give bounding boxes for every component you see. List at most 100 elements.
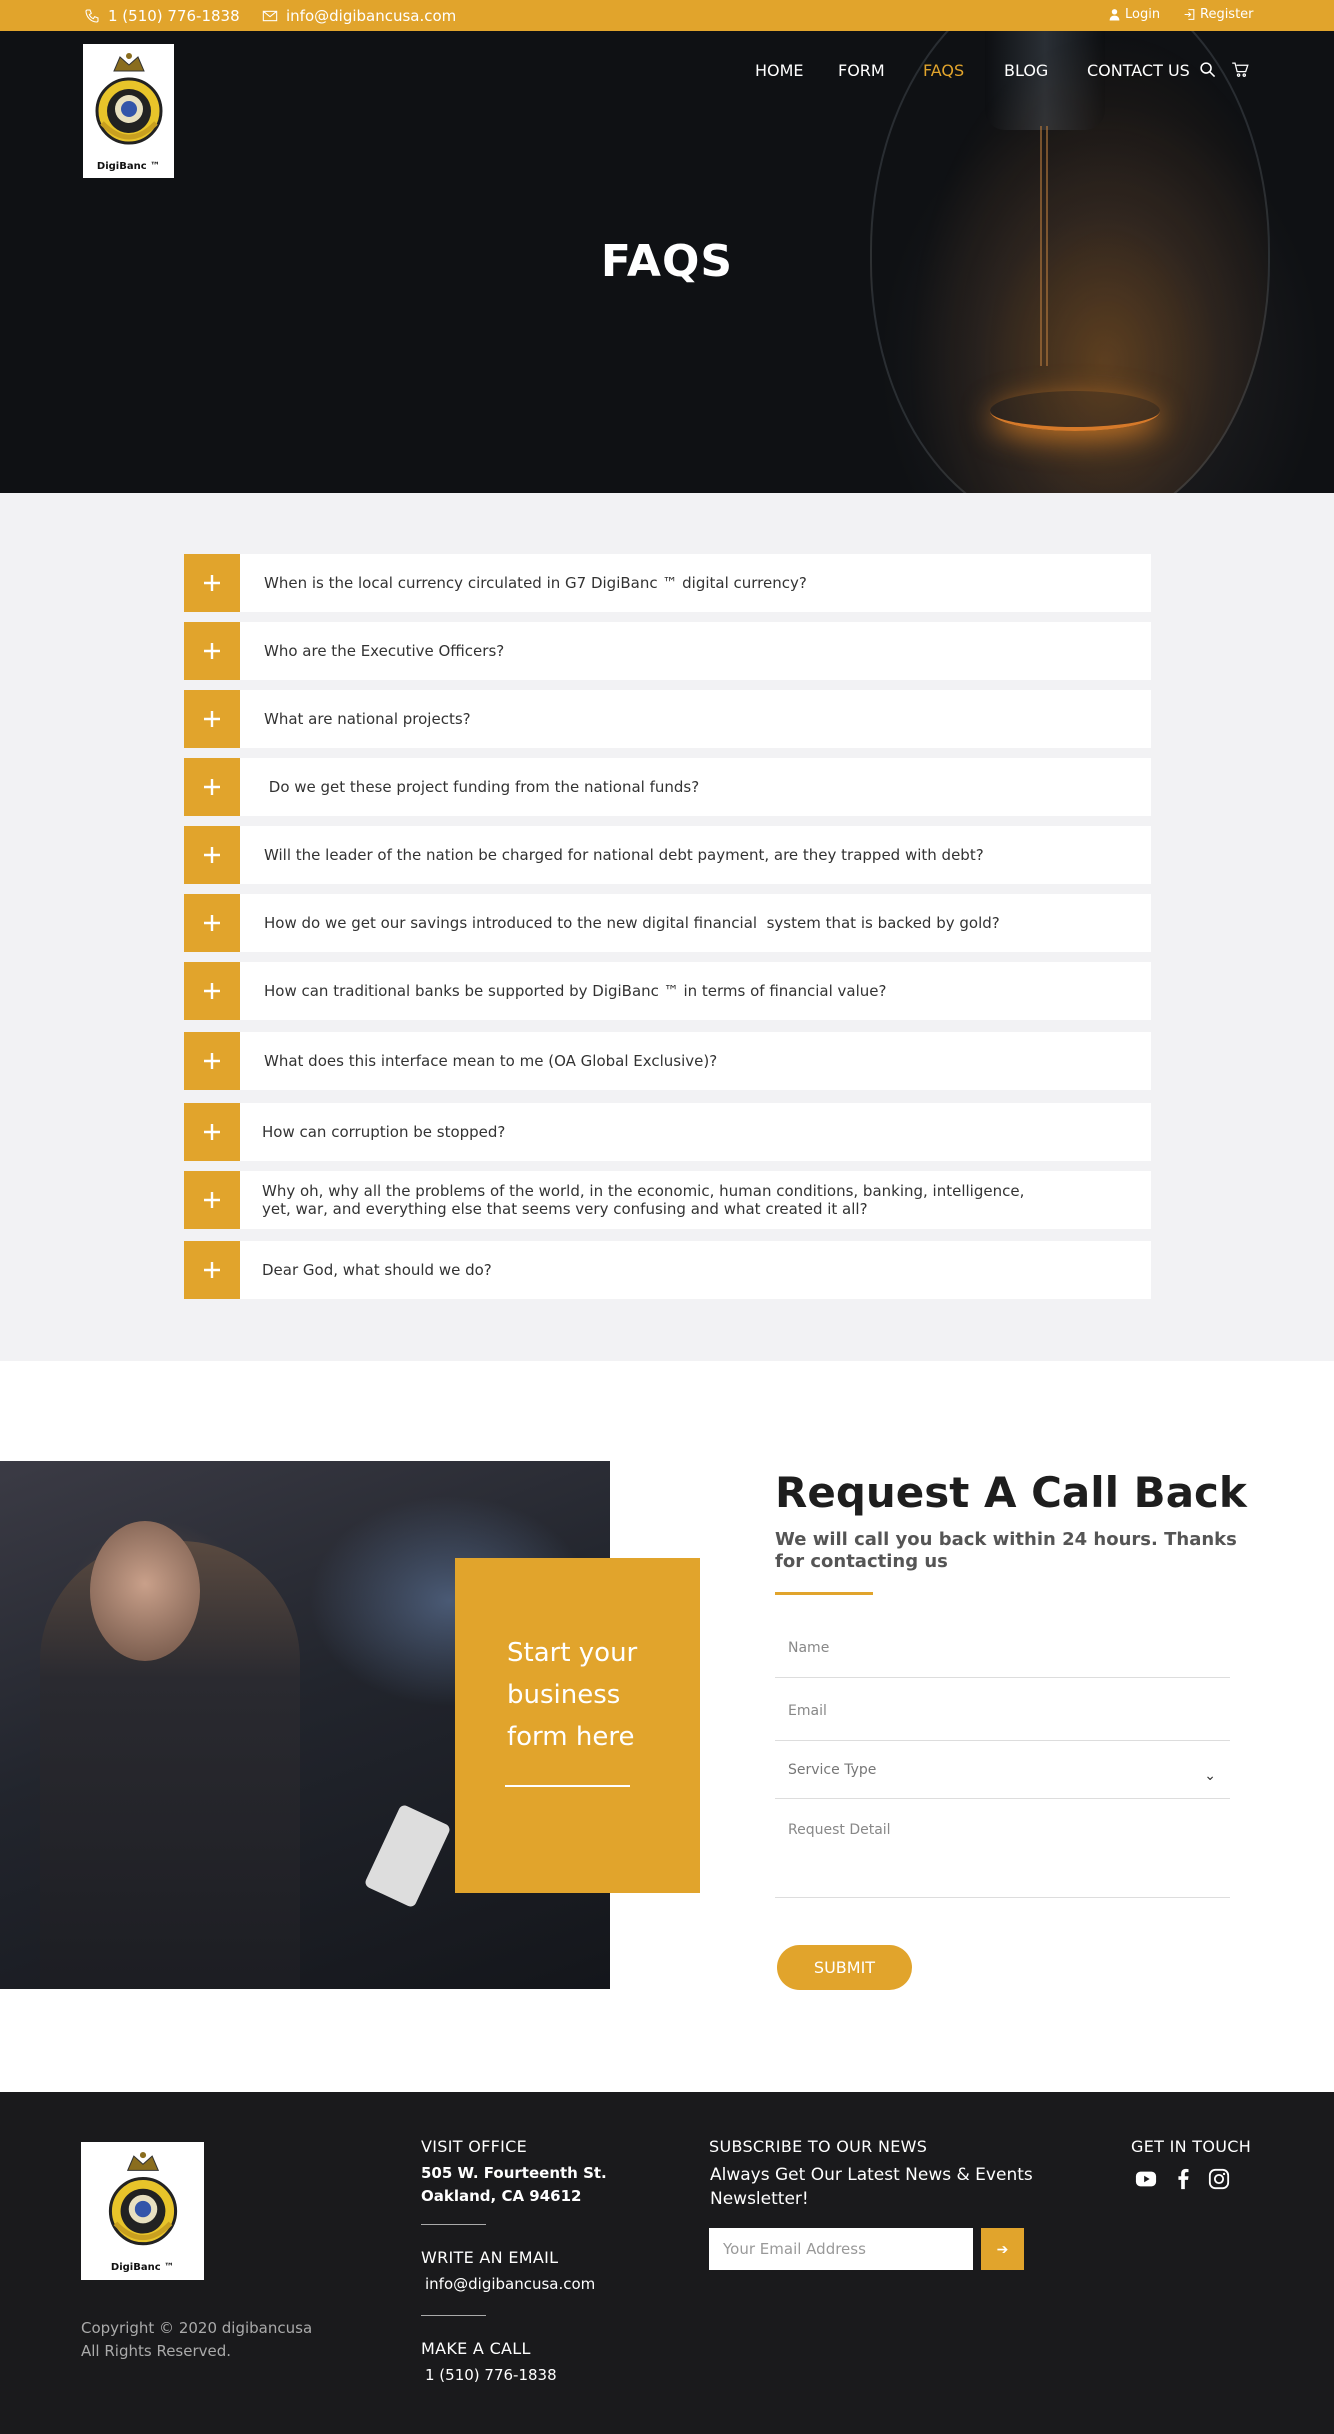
expand-button[interactable]: [184, 622, 240, 680]
expand-button[interactable]: [184, 1103, 240, 1161]
topbar-email[interactable]: info@digibancusa.com: [262, 7, 456, 25]
plus-icon: [204, 1192, 220, 1208]
page-title: FAQS: [600, 236, 734, 287]
login-link[interactable]: Login: [1108, 7, 1160, 22]
email-field[interactable]: [775, 1703, 1230, 1741]
faq-question: What are national projects?: [264, 710, 471, 728]
service-type-placeholder: Service Type: [788, 1762, 877, 1778]
site-logo[interactable]: DigiBanc ™: [83, 44, 174, 178]
make-call-heading: MAKE A CALL: [421, 2339, 531, 2358]
faq-item[interactable]: What does this interface mean to me (OA …: [184, 1032, 1151, 1090]
nav-home[interactable]: HOME: [755, 61, 804, 80]
name-input[interactable]: [788, 1640, 1230, 1656]
email-input[interactable]: [788, 1703, 1230, 1719]
faq-question: How can traditional banks be supported b…: [264, 982, 887, 1000]
expand-button[interactable]: [184, 894, 240, 952]
faq-question: What does this interface mean to me (OA …: [264, 1052, 718, 1070]
callback-title: Request A Call Back: [775, 1468, 1247, 1517]
faq-item[interactable]: What are national projects?: [184, 690, 1151, 748]
faq-question: Who are the Executive Officers?: [264, 642, 505, 660]
address: 505 W. Fourteenth St. Oakland, CA 94612: [421, 2162, 607, 2208]
divider: [421, 2315, 486, 2316]
cart-icon[interactable]: [1231, 61, 1249, 78]
address-line2: Oakland, CA 94612: [421, 2187, 582, 2205]
footer-phone[interactable]: 1 (510) 776-1838: [425, 2364, 557, 2387]
arrow-right-icon: ➔: [996, 2240, 1009, 2257]
name-field[interactable]: [775, 1640, 1230, 1678]
facebook-icon[interactable]: [1172, 2168, 1194, 2190]
expand-button[interactable]: [184, 826, 240, 884]
faq-item[interactable]: When is the local currency circulated in…: [184, 554, 1151, 612]
subscribe-button[interactable]: ➔: [981, 2228, 1024, 2270]
nav-form[interactable]: FORM: [838, 61, 885, 80]
instagram-icon[interactable]: [1208, 2168, 1230, 2190]
subscribe-text: Always Get Our Latest News & Events News…: [710, 2165, 1033, 2209]
filament-glow-decoration: [990, 391, 1160, 431]
subscribe-heading: SUBSCRIBE TO OUR NEWS: [709, 2137, 928, 2156]
divider: [505, 1785, 630, 1787]
topbar-phone[interactable]: 1 (510) 776-1838: [84, 7, 240, 25]
faq-item[interactable]: How can corruption be stopped?: [184, 1103, 1151, 1161]
service-type-select[interactable]: Service Type ⌄: [775, 1762, 1230, 1799]
plus-icon: [204, 1053, 220, 1069]
expand-button[interactable]: [184, 1032, 240, 1090]
start-business-box: Start your business form here: [455, 1558, 700, 1893]
faq-item[interactable]: How do we get our savings introduced to …: [184, 894, 1151, 952]
plus-icon: [204, 983, 220, 999]
faq-item[interactable]: Do we get these project funding from the…: [184, 758, 1151, 816]
request-detail-textarea[interactable]: [788, 1822, 1230, 1882]
faq-question: Dear God, what should we do?: [262, 1261, 492, 1279]
faq-question: Why oh, why all the problems of the worl…: [262, 1182, 1025, 1218]
nav-contact-us[interactable]: CONTACT US: [1087, 61, 1190, 80]
search-icon[interactable]: [1199, 61, 1216, 78]
expand-button[interactable]: [184, 1241, 240, 1299]
plus-icon: [204, 779, 220, 795]
plus-icon: [204, 711, 220, 727]
nav-blog[interactable]: BLOG: [1004, 61, 1048, 80]
register-link[interactable]: Register: [1183, 7, 1254, 22]
copyright-line2: All Rights Reserved.: [81, 2342, 232, 2360]
start-business-text: Start your business form here: [507, 1638, 638, 1752]
subscribe-email-input[interactable]: [709, 2228, 973, 2270]
submit-button[interactable]: SUBMIT: [777, 1945, 912, 1990]
nav-faqs[interactable]: FAQS: [923, 61, 964, 80]
faq-question: Will the leader of the nation be charged…: [264, 846, 984, 864]
register-icon: [1184, 9, 1195, 20]
divider: [421, 2224, 486, 2225]
faq-item[interactable]: Dear God, what should we do?: [184, 1241, 1151, 1299]
faq-question: When is the local currency circulated in…: [264, 574, 807, 592]
address-line1: 505 W. Fourteenth St.: [421, 2164, 607, 2182]
get-in-touch-heading: GET IN TOUCH: [1131, 2137, 1252, 2156]
expand-button[interactable]: [184, 1171, 240, 1229]
request-detail-field[interactable]: [775, 1822, 1230, 1898]
user-icon: [1109, 9, 1120, 21]
topbar-email-text: info@digibancusa.com: [286, 7, 457, 25]
top-bar: 1 (510) 776-1838 info@digibancusa.com Lo…: [0, 0, 1334, 31]
faq-item[interactable]: Will the leader of the nation be charged…: [184, 826, 1151, 884]
expand-button[interactable]: [184, 554, 240, 612]
plus-icon: [204, 643, 220, 659]
faq-question: How do we get our savings introduced to …: [264, 914, 1000, 932]
youtube-icon[interactable]: [1135, 2168, 1157, 2190]
plus-icon: [204, 575, 220, 591]
footer-email[interactable]: info@digibancusa.com: [425, 2273, 595, 2296]
expand-button[interactable]: [184, 758, 240, 816]
footer-logo-text: DigiBanc ™: [110, 2261, 175, 2273]
register-label: Register: [1200, 7, 1254, 22]
hero-banner: DigiBanc ™ HOME FORM FAQS BLOG CONTACT U…: [0, 31, 1334, 493]
phone-in-hand: [363, 1803, 452, 1909]
expand-button[interactable]: [184, 962, 240, 1020]
logo-text: DigiBanc ™: [96, 160, 161, 172]
footer-logo[interactable]: DigiBanc ™: [81, 2142, 204, 2280]
faq-item[interactable]: How can traditional banks be supported b…: [184, 962, 1151, 1020]
title-underline: [775, 1592, 873, 1595]
phone-icon: [85, 9, 99, 23]
mail-icon: [262, 10, 278, 22]
plus-icon: [204, 1124, 220, 1140]
faq-item[interactable]: Why oh, why all the problems of the worl…: [184, 1171, 1151, 1229]
faq-item[interactable]: Who are the Executive Officers?: [184, 622, 1151, 680]
copyright: Copyright © 2020 digibancusa All Rights …: [81, 2317, 312, 2363]
copyright-line1: Copyright © 2020 digibancusa: [81, 2319, 313, 2337]
topbar-phone-text: 1 (510) 776-1838: [108, 7, 240, 25]
expand-button[interactable]: [184, 690, 240, 748]
